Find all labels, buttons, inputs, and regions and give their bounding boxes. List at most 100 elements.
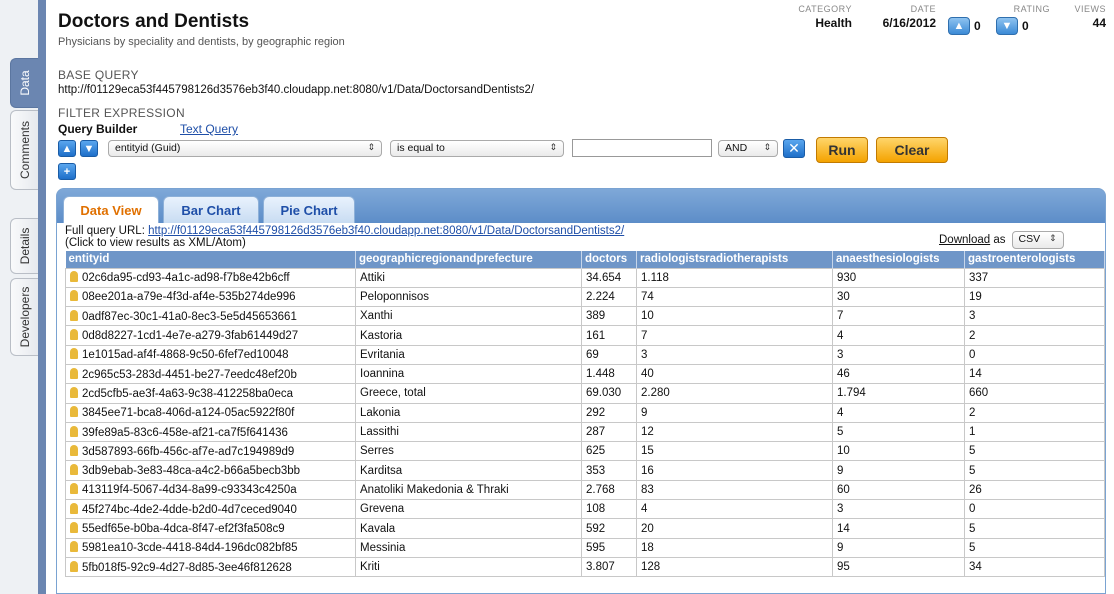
rating-down[interactable]: ▼ 0: [996, 17, 1029, 35]
query-builder-label: Query Builder: [58, 122, 138, 136]
table-cell: 26: [964, 479, 1105, 501]
data-panel: Data View Bar Chart Pie Chart Full query…: [56, 188, 1106, 594]
thumbs-up-icon[interactable]: ▲: [948, 17, 970, 35]
table-row[interactable]: 0d8d8227-1cd1-4e7e-a279-3fab61449d27 Kast…: [65, 325, 1105, 346]
table-row[interactable]: 413119f4-5067-4d34-8a99-c93343c4250a Anat…: [65, 479, 1105, 501]
side-tab-label: Details: [17, 227, 32, 265]
clear-button[interactable]: Clear: [876, 137, 948, 163]
column-header-anaesthesiologists[interactable]: anaesthesiologists: [832, 251, 965, 268]
table-cell: Kastoria: [355, 325, 582, 346]
table-row[interactable]: 2cd5cfb5-ae3f-4a63-9c38-412258ba0eca Gree…: [65, 383, 1105, 404]
side-tab-developers[interactable]: Developers: [10, 278, 38, 356]
entity-id: 39fe89a5-83c6-458e-af21-ca7f5f641436: [82, 426, 288, 439]
views-info: VIEWS 44: [1064, 4, 1106, 30]
filter-value-input[interactable]: [572, 139, 712, 157]
table-cell: 08ee201a-a79e-4f3d-af4e-535b274de996: [65, 286, 356, 308]
field-select[interactable]: entityid (Guid) ⇕: [108, 140, 382, 157]
operator-select-value: is equal to: [397, 142, 445, 154]
column-header-gastroenterologists[interactable]: gastroenterologists: [964, 251, 1105, 268]
table-cell: 2: [964, 402, 1105, 423]
key-icon: [70, 290, 78, 302]
run-button[interactable]: Run: [816, 137, 868, 163]
entity-id: 0d8d8227-1cd1-4e7e-a279-3fab61449d27: [82, 330, 299, 343]
table-row[interactable]: 5981ea10-3cde-4418-84d4-196dc082bf85 Mess…: [65, 537, 1105, 558]
views-label: VIEWS: [1074, 4, 1106, 14]
table-row[interactable]: 55edf65e-b0ba-4dca-8f47-ef2f3fa508c9 Kava…: [65, 518, 1105, 539]
table-cell: 4: [636, 499, 833, 520]
download-link[interactable]: Download: [939, 234, 990, 246]
tab-bar-chart[interactable]: Bar Chart: [163, 196, 259, 223]
operator-select[interactable]: is equal to ⇕: [390, 140, 564, 157]
table-row[interactable]: 08ee201a-a79e-4f3d-af4e-535b274de996 Pelo…: [65, 286, 1105, 308]
table-row[interactable]: 3db9ebab-3e83-48ca-a4c2-b66a5becb3bb Kard…: [65, 460, 1105, 481]
rating-up[interactable]: ▲ 0: [948, 17, 981, 35]
logic-select[interactable]: AND ⇕: [718, 140, 778, 157]
table-cell: Serres: [355, 441, 582, 462]
thumbs-down-icon[interactable]: ▼: [996, 17, 1018, 35]
column-header-radiologistsradiotherapists[interactable]: radiologistsradiotherapists: [636, 251, 833, 268]
table-cell: 15: [636, 441, 833, 462]
tab-data-view[interactable]: Data View: [63, 196, 159, 223]
arrow-down-icon: ▼: [83, 142, 95, 155]
remove-filter-button[interactable]: ✕: [783, 139, 805, 158]
table-cell: 9: [832, 537, 965, 558]
table-row[interactable]: 3845ee71-bca8-406d-a124-05ac5922f80f Lako…: [65, 402, 1105, 423]
rating-up-count: 0: [974, 19, 981, 33]
table-cell: 3845ee71-bca8-406d-a124-05ac5922f80f: [65, 402, 356, 423]
table-row[interactable]: 02c6da95-cd93-4a1c-ad98-f7b8e42b6cff Atti…: [65, 267, 1105, 288]
table-header-row: entityid geographicregionandprefecture doc…: [65, 251, 1105, 268]
column-header-doctors[interactable]: doctors: [581, 251, 637, 268]
table-cell: 34.654: [581, 267, 637, 288]
full-query-link[interactable]: http://f01129eca53f445798126d3576eb3f40.…: [148, 225, 624, 237]
key-icon: [70, 541, 78, 553]
side-tab-label: Data: [17, 70, 32, 96]
side-tab-data[interactable]: Data: [10, 58, 38, 108]
entity-id: 2c965c53-283d-4451-be27-7eedc48ef20b: [82, 368, 297, 381]
table-cell: 3: [964, 306, 1105, 327]
table-cell: 108: [581, 499, 637, 520]
table-cell: 12: [636, 421, 833, 443]
table-row[interactable]: 2c965c53-283d-4451-be27-7eedc48ef20b Ioan…: [65, 363, 1105, 385]
table-cell: 2.224: [581, 286, 637, 308]
add-filter-button[interactable]: +: [58, 163, 76, 180]
key-icon: [70, 444, 78, 456]
key-icon: [70, 386, 78, 398]
table-cell: 83: [636, 479, 833, 501]
table-row[interactable]: 39fe89a5-83c6-458e-af21-ca7f5f641436 Lass…: [65, 421, 1105, 443]
table-row[interactable]: 5fb018f5-92c9-4d27-8d85-3ee46f812628 Krit…: [65, 556, 1105, 578]
move-up-button[interactable]: ▲: [58, 140, 76, 157]
table-cell: 14: [964, 363, 1105, 385]
side-tab-comments[interactable]: Comments: [10, 110, 38, 190]
entity-id: 3db9ebab-3e83-48ca-a4c2-b66a5becb3bb: [82, 465, 301, 478]
category-label: CATEGORY: [798, 4, 852, 14]
table-cell: Greece, total: [355, 383, 582, 404]
move-down-button[interactable]: ▼: [80, 140, 98, 157]
arrow-up-icon: ▲: [61, 142, 73, 155]
download-format-select[interactable]: CSV ⇕: [1011, 231, 1064, 249]
table-cell: 660: [964, 383, 1105, 404]
column-header-geographicregionandprefecture[interactable]: geographicregionandprefecture: [355, 251, 582, 268]
entity-id: 2cd5cfb5-ae3f-4a63-9c38-412258ba0eca: [82, 387, 293, 400]
column-header-entityid[interactable]: entityid: [65, 251, 356, 268]
table-cell: Evritania: [355, 344, 582, 365]
side-tab-rail: [38, 0, 46, 594]
table-cell: 39fe89a5-83c6-458e-af21-ca7f5f641436: [65, 421, 356, 443]
table-row[interactable]: 0adf87ec-30c1-41a0-8ec3-5e5d45653661 Xant…: [65, 306, 1105, 327]
table-cell: Kavala: [355, 518, 582, 539]
table-cell: 45f274bc-4de2-4dde-b2d0-4d7ceced9040: [65, 499, 356, 520]
tab-pie-chart[interactable]: Pie Chart: [263, 196, 355, 223]
table-cell: 5: [832, 421, 965, 443]
logic-select-value: AND: [725, 142, 748, 154]
table-row[interactable]: 3d587893-66fb-456c-af7e-ad7c194989d9 Serr…: [65, 441, 1105, 462]
table-row[interactable]: 1e1015ad-af4f-4868-9c50-6fef7ed10048 Evri…: [65, 344, 1105, 365]
date-value: 6/16/2012: [882, 16, 936, 30]
table-cell: Messinia: [355, 537, 582, 558]
key-icon: [70, 522, 78, 533]
key-icon: [70, 309, 78, 321]
table-row[interactable]: 45f274bc-4de2-4dde-b2d0-4d7ceced9040 Grev…: [65, 499, 1105, 520]
text-query-link[interactable]: Text Query: [180, 122, 238, 136]
side-tab-details[interactable]: Details: [10, 218, 38, 274]
table-cell: 2c965c53-283d-4451-be27-7eedc48ef20b: [65, 363, 356, 385]
table-cell: 3.807: [581, 556, 637, 578]
table-cell: 2: [964, 325, 1105, 346]
